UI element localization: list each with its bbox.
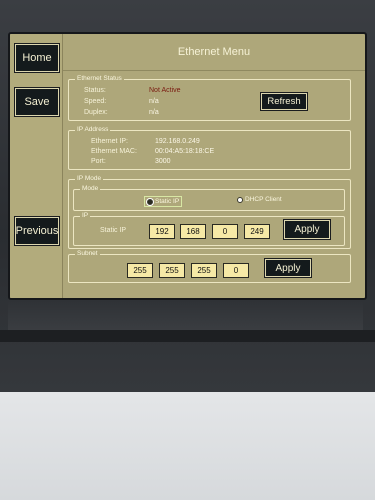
static-ip-octet-4[interactable]: 249 [244,224,270,239]
table-surface [0,392,375,500]
ethernet-status-group: Ethernet Status Status: Not Active Speed… [68,74,351,121]
port-label: Port: [91,158,106,165]
home-button[interactable]: Home [15,44,59,72]
ip-address-group: IP Address Ethernet IP: 192.168.0.249 Et… [68,125,351,170]
static-ip-label: Static IP [100,227,127,234]
static-ip-octet-3[interactable]: 0 [212,224,238,239]
sidebar: Home Save Previous [10,34,63,298]
ip-mode-legend: IP Mode [75,174,104,184]
ethernet-mac-label: Ethernet MAC: [91,148,137,155]
bezel-lower [8,296,363,330]
subnet-octet-3[interactable]: 255 [191,263,217,278]
static-ip-option-label: Static IP [155,198,180,205]
status-label: Status: [84,87,106,94]
dhcp-client-radio[interactable]: DHCP Client [237,196,282,203]
static-ip-octet-2[interactable]: 168 [180,224,206,239]
subnet-octet-4[interactable]: 0 [223,263,249,278]
speed-value: n/a [149,98,159,105]
subnet-apply-button[interactable]: Apply [265,259,311,277]
previous-button[interactable]: Previous [15,217,59,245]
page-title: Ethernet Menu [63,34,365,71]
port-value: 3000 [155,158,171,165]
static-ip-radio[interactable]: Static IP [144,196,183,207]
subnet-legend: Subnet [75,249,100,259]
dhcp-client-option-label: DHCP Client [245,196,282,203]
ethernet-ip-label: Ethernet IP: [91,138,128,145]
status-value: Not Active [149,87,181,94]
ip-group: IP Static IP 192 168 0 249 Apply [73,211,345,246]
duplex-value: n/a [149,109,159,116]
mode-legend: Mode [80,184,101,194]
ethernet-mac-value: 00:04:A5:18:18:CE [155,148,215,155]
subnet-octet-2[interactable]: 255 [159,263,185,278]
refresh-button[interactable]: Refresh [261,93,307,110]
duplex-label: Duplex: [84,109,108,116]
save-button[interactable]: Save [15,88,59,116]
hmi-screen: Home Save Previous Ethernet Menu Etherne… [8,32,367,300]
speed-label: Speed: [84,98,107,105]
static-ip-apply-button[interactable]: Apply [284,220,330,239]
ethernet-ip-value: 192.168.0.249 [155,138,200,145]
ethernet-status-legend: Ethernet Status [75,74,124,84]
subnet-octet-1[interactable]: 255 [127,263,153,278]
ip-mode-group: IP Mode Mode Static IP DHCP Client IP St… [68,174,351,249]
subnet-group: Subnet 255 255 255 0 Apply [68,249,351,283]
ip-legend: IP [80,211,91,221]
ip-address-legend: IP Address [75,125,111,135]
bezel-strip [0,330,375,342]
static-ip-octet-1[interactable]: 192 [149,224,175,239]
radio-unselected-icon [237,196,243,203]
radio-selected-icon [147,198,153,205]
mode-group: Mode Static IP DHCP Client [73,184,345,211]
